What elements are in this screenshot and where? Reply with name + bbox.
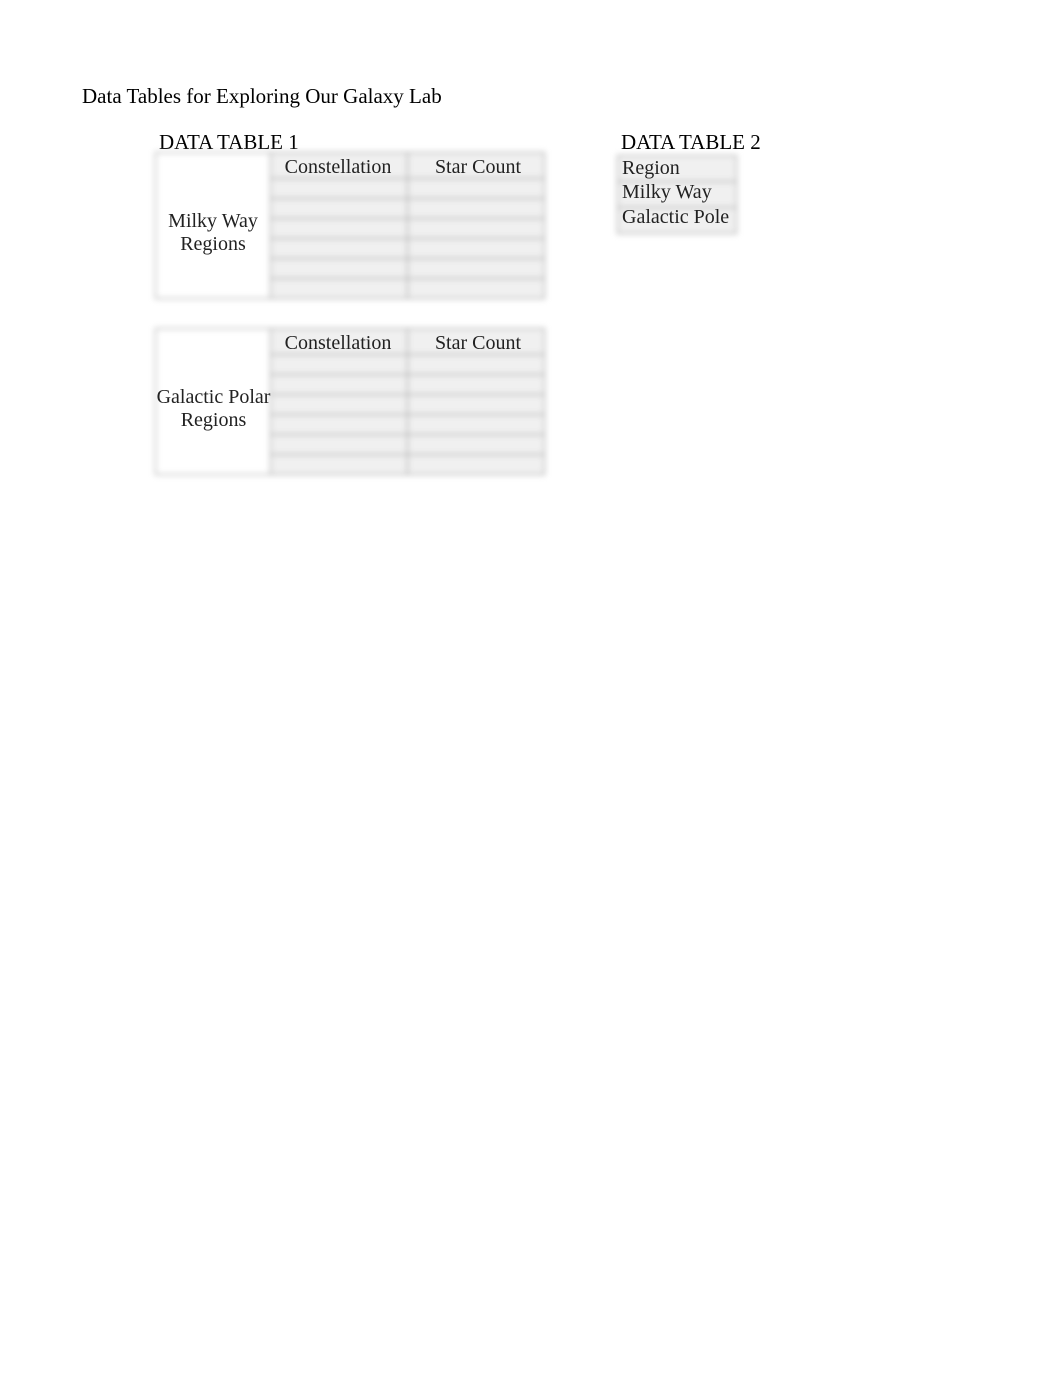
page-title: Data Tables for Exploring Our Galaxy Lab [82,84,442,109]
table-cell [271,219,408,239]
table-cell [271,355,408,375]
table-cell [271,239,408,259]
table2-table [617,155,737,234]
col-star-count [408,329,545,355]
table-cell [408,239,545,259]
table-cell [271,415,408,435]
row-header-milky-way [156,153,271,299]
col-constellation [271,329,408,355]
table-cell [408,395,545,415]
table1-milky-way [155,152,545,299]
table1-galactic-polar [155,328,545,475]
table-cell [408,415,545,435]
col-star-count [408,153,545,179]
table-cell [408,179,545,199]
table-cell [408,259,545,279]
table-cell [271,279,408,299]
table-cell [408,199,545,219]
table-cell [408,435,545,455]
table-cell [408,375,545,395]
table2-galactic-pole [618,208,737,234]
table2 [617,155,737,234]
table-cell [271,179,408,199]
row-header-galactic-polar [156,329,271,475]
table2-label: DATA TABLE 2 [621,130,761,155]
table-cell [408,219,545,239]
table-cell [271,435,408,455]
table2-milky-way [618,182,737,208]
table-cell [408,355,545,375]
table-cell [408,279,545,299]
table-cell [271,375,408,395]
table-cell [271,259,408,279]
table-cell [271,395,408,415]
table1-section1-table [155,152,545,299]
table-cell [271,455,408,475]
table-cell [271,199,408,219]
table2-region [618,156,737,182]
col-constellation [271,153,408,179]
table-cell [408,455,545,475]
table1-section2-table [155,328,545,475]
